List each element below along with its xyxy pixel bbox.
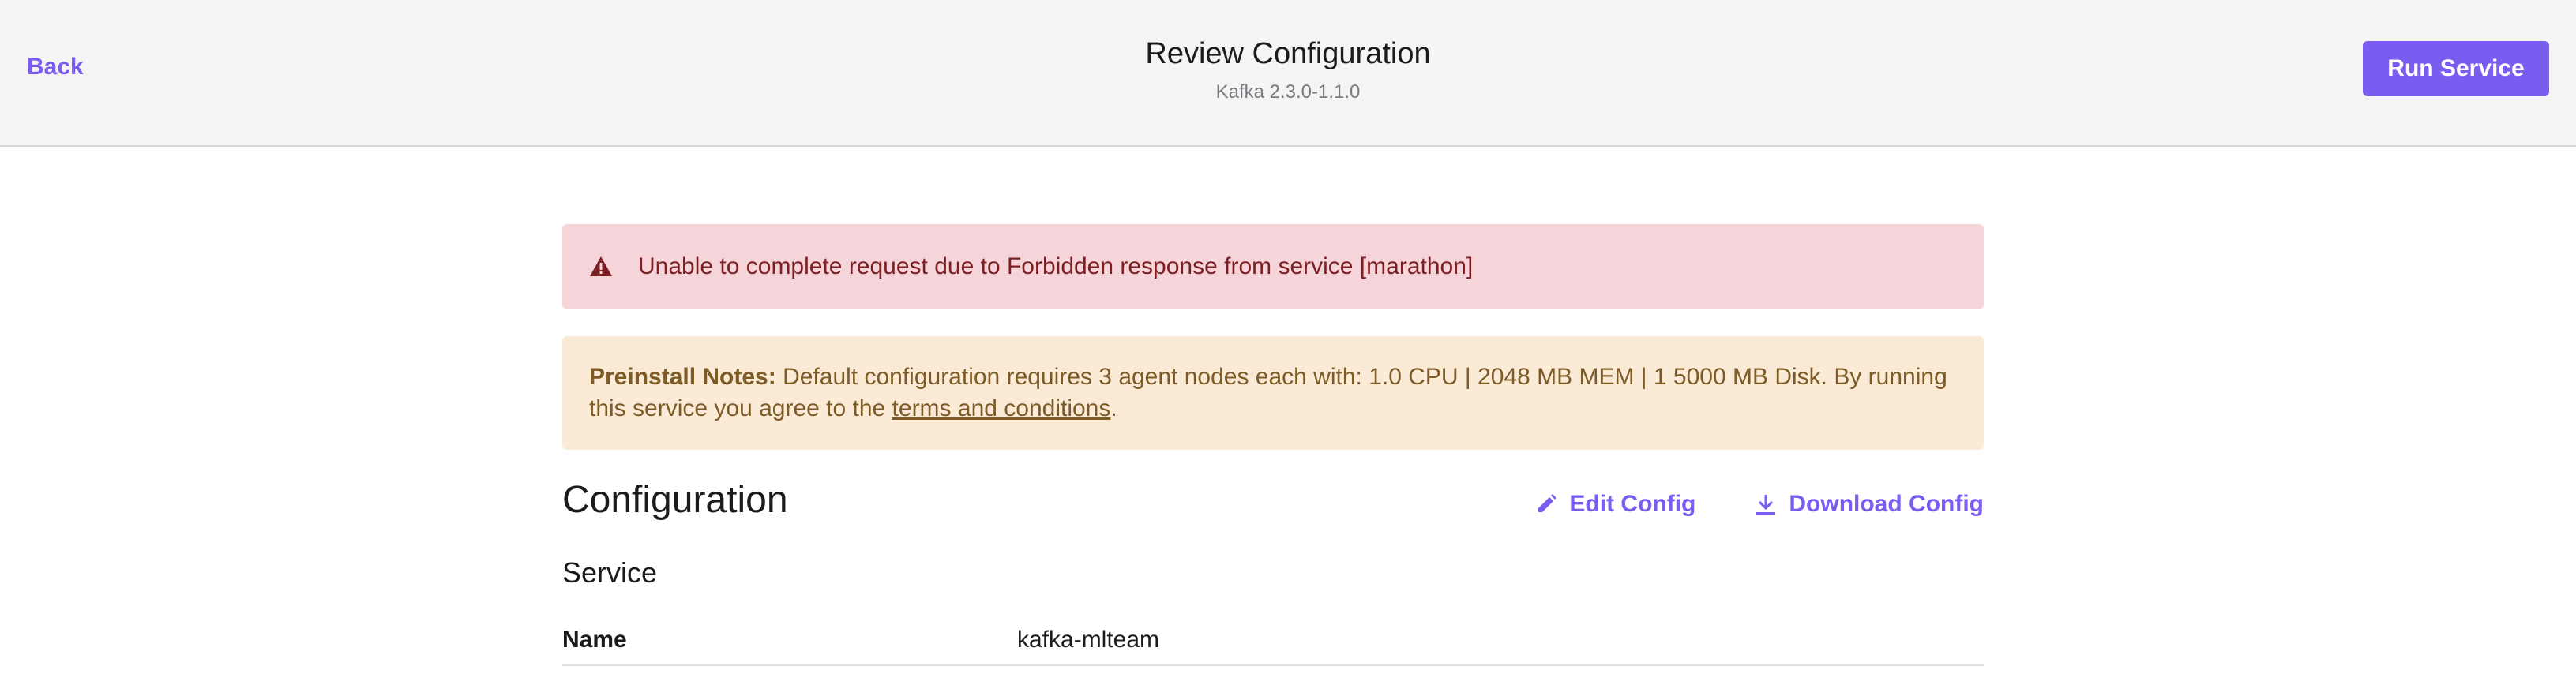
config-field-row: Name kafka-mlteam <box>562 627 1984 666</box>
preinstall-notes: Preinstall Notes: Default configuration … <box>562 336 1984 450</box>
terms-and-conditions-link[interactable]: terms and conditions <box>892 395 1111 421</box>
preinstall-notes-end: . <box>1110 395 1117 421</box>
review-content: Unable to complete request due to Forbid… <box>562 224 1984 666</box>
header-title-block: Review Configuration Kafka 2.3.0-1.1.0 <box>0 35 2576 104</box>
error-alert: Unable to complete request due to Forbid… <box>562 224 1984 309</box>
page-subtitle: Kafka 2.3.0-1.1.0 <box>1215 81 1361 103</box>
configuration-actions: Edit Config Download Config <box>1534 491 1984 518</box>
warning-triangle-icon <box>589 255 613 279</box>
preinstall-notes-text: Default configuration requires 3 agent n… <box>589 364 1947 421</box>
top-bar: Back Review Configuration Kafka 2.3.0-1.… <box>0 0 2576 147</box>
pencil-icon <box>1534 492 1558 516</box>
download-config-label: Download Config <box>1789 491 1984 517</box>
edit-config-button[interactable]: Edit Config <box>1534 491 1695 518</box>
run-service-button[interactable]: Run Service <box>2363 41 2549 96</box>
preinstall-notes-label: Preinstall Notes: <box>589 364 776 390</box>
service-section-heading: Service <box>562 556 658 589</box>
error-alert-text: Unable to complete request due to Forbid… <box>638 253 1474 279</box>
field-value-name: kafka-mlteam <box>1017 627 1160 653</box>
download-icon <box>1754 492 1778 516</box>
configuration-heading: Configuration <box>562 479 788 521</box>
edit-config-label: Edit Config <box>1569 491 1696 517</box>
field-label-name: Name <box>562 627 627 653</box>
configuration-header: Configuration Edit Config Download Confi… <box>562 477 1984 524</box>
download-config-button[interactable]: Download Config <box>1754 491 1984 518</box>
page-title: Review Configuration <box>1145 37 1431 70</box>
